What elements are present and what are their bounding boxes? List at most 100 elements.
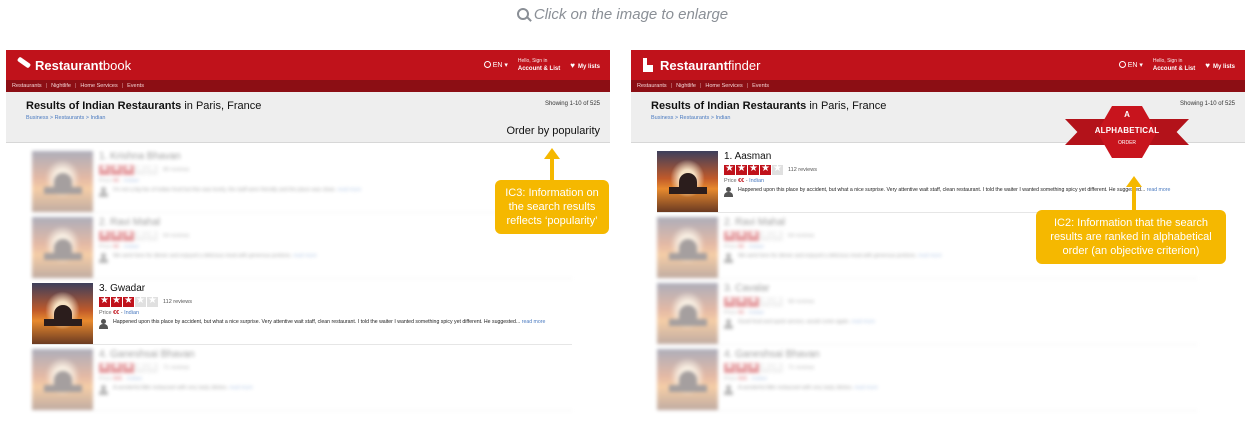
review-count[interactable]: 89 reviews xyxy=(163,167,189,173)
price-label: Price xyxy=(724,178,737,184)
cuisine-link[interactable]: Indian xyxy=(124,244,139,250)
star-icon xyxy=(111,229,122,241)
my-lists-button[interactable]: ♥ My lists xyxy=(1205,61,1235,70)
sub-nav: Restaurants | Nightlife | Home Services | E… xyxy=(6,80,610,92)
restaurant-photo[interactable] xyxy=(32,217,93,278)
review-count[interactable]: 71 reviews xyxy=(163,365,189,371)
user-icon xyxy=(99,253,108,263)
restaurant-name[interactable]: 1. Krishna Bhavan xyxy=(99,151,572,162)
account-menu[interactable]: Hello, Sign in Account & List xyxy=(1153,57,1195,73)
star-icon xyxy=(748,295,759,307)
review-snippet: A wonderful little restaurant with very … xyxy=(724,385,1197,395)
restaurant-name[interactable]: 3. Gwadar xyxy=(99,283,572,294)
star-icon xyxy=(135,229,146,241)
subnav-restaurants[interactable]: Restaurants xyxy=(637,83,667,89)
logo[interactable]: Restaurant finder xyxy=(641,58,760,73)
price-label: Price xyxy=(724,310,737,316)
language-selector[interactable]: EN ▾ xyxy=(483,61,508,69)
left-screenshot-panel[interactable]: Restaurant book EN ▾ Hello, Sign in Accou… xyxy=(6,50,610,431)
my-lists-button[interactable]: ♥ My lists xyxy=(570,61,600,70)
restaurant-photo[interactable] xyxy=(32,283,93,344)
cuisine-link[interactable]: Indian xyxy=(752,376,767,382)
breadcrumb[interactable]: Business > Restaurants > Indian xyxy=(26,115,590,121)
review-count[interactable]: 71 reviews xyxy=(788,365,814,371)
logo[interactable]: Restaurant book xyxy=(16,58,131,73)
star-icon xyxy=(111,361,122,373)
subnav-home-services[interactable]: Home Services xyxy=(80,83,117,89)
read-more-link[interactable]: read more xyxy=(338,187,362,193)
hello-sign-in: Hello, Sign in xyxy=(517,58,548,64)
restaurant-photo[interactable] xyxy=(657,217,718,278)
globe-icon xyxy=(1118,61,1126,68)
ribbon-word: ALPHABETICAL xyxy=(1094,126,1160,135)
cuisine-link[interactable]: Indian xyxy=(124,178,139,184)
restaurant-name[interactable]: 4. Ganeshsai Bhavan xyxy=(99,349,572,360)
read-more-link[interactable]: read more xyxy=(229,385,253,391)
cuisine-link[interactable]: Indian xyxy=(124,310,139,316)
restaurant-photo[interactable] xyxy=(657,349,718,410)
restaurant-photo[interactable] xyxy=(657,151,718,212)
restaurant-photo[interactable] xyxy=(32,349,93,410)
star-icon xyxy=(748,163,759,175)
star-icon xyxy=(99,163,110,175)
globe-icon xyxy=(483,61,491,68)
result-item[interactable]: 1. Krishna Bhavan89 reviewsPrice €€ - In… xyxy=(32,147,572,213)
review-count[interactable]: 58 reviews xyxy=(788,299,814,305)
cuisine-link[interactable]: Indian xyxy=(749,178,764,184)
star-icon xyxy=(748,361,759,373)
cuisine-link[interactable]: Indian xyxy=(749,310,764,316)
price-label: Price xyxy=(724,376,737,382)
star-icon xyxy=(147,163,158,175)
ribbon-letter: A xyxy=(1124,110,1130,119)
price-line: Price €€ - Indian xyxy=(724,310,765,316)
language-label: EN xyxy=(1127,62,1138,69)
read-more-link[interactable]: read more xyxy=(293,253,317,259)
restaurant-name[interactable]: 4. Ganeshsai Bhavan xyxy=(724,349,1197,360)
language-selector[interactable]: EN ▾ xyxy=(1118,61,1143,69)
star-icon xyxy=(772,361,783,373)
star-rating: 71 reviews xyxy=(99,361,572,373)
star-icon xyxy=(772,295,783,307)
read-more-link[interactable]: read more xyxy=(851,319,875,325)
read-more-link[interactable]: read more xyxy=(918,253,942,259)
star-icon xyxy=(772,163,783,175)
subnav-restaurants[interactable]: Restaurants xyxy=(12,83,42,89)
user-icon xyxy=(99,187,108,197)
star-rating: 112 reviews xyxy=(724,163,1197,175)
result-item[interactable]: 2. Ravi Mahal64 reviewsPrice €€ - Indian… xyxy=(32,213,572,279)
read-more-link[interactable]: read more xyxy=(522,319,546,325)
restaurant-name[interactable]: 3. Cavalar xyxy=(724,283,1197,294)
sub-nav: Restaurants | Nightlife | Home Services | E… xyxy=(631,80,1245,92)
cuisine-link[interactable]: Indian xyxy=(127,376,142,382)
review-count[interactable]: 64 reviews xyxy=(788,233,814,239)
restaurant-photo[interactable] xyxy=(657,283,718,344)
cuisine-link[interactable]: Indian xyxy=(749,244,764,250)
review-text: Good food and quick service, would come … xyxy=(738,319,850,325)
result-item[interactable]: 3. Cavalar 58 reviews Price €€ - Indian Goo… xyxy=(657,279,1197,345)
order-by-popularity[interactable]: Order by popularity xyxy=(506,125,600,137)
star-icon xyxy=(123,361,134,373)
account-menu[interactable]: Hello, Sign in Account & List xyxy=(518,57,560,73)
enlarge-hint: Click on the image to enlarge xyxy=(0,6,1245,23)
result-item[interactable]: 3. Gwadar 112 reviews Price €€ - Indian Hap… xyxy=(32,279,572,345)
result-item[interactable]: 4. Ganeshsai Bhavan 71 reviews Price €€€ -… xyxy=(32,345,572,411)
price-level: €€ xyxy=(113,310,120,316)
review-count[interactable]: 64 reviews xyxy=(163,233,189,239)
result-item[interactable]: 4. Ganeshsai Bhavan 71 reviews Price €€€ -… xyxy=(657,345,1197,411)
review-count[interactable]: 112 reviews xyxy=(163,299,192,305)
subnav-nightlife[interactable]: Nightlife xyxy=(51,83,71,89)
star-icon xyxy=(736,295,747,307)
read-more-link[interactable]: read more xyxy=(854,385,878,391)
restaurant-photo[interactable] xyxy=(32,151,93,212)
results-title-bold: Results of Indian Restaurants xyxy=(651,100,807,112)
subnav-events[interactable]: Events xyxy=(752,83,769,89)
star-icon xyxy=(748,229,759,241)
star-icon xyxy=(724,229,735,241)
read-more-link[interactable]: read more xyxy=(1147,187,1171,193)
star-icon xyxy=(147,295,158,307)
subnav-home-services[interactable]: Home Services xyxy=(705,83,742,89)
review-count[interactable]: 112 reviews xyxy=(788,167,817,173)
subnav-nightlife[interactable]: Nightlife xyxy=(676,83,696,89)
price-level: €€ xyxy=(738,178,745,184)
subnav-events[interactable]: Events xyxy=(127,83,144,89)
